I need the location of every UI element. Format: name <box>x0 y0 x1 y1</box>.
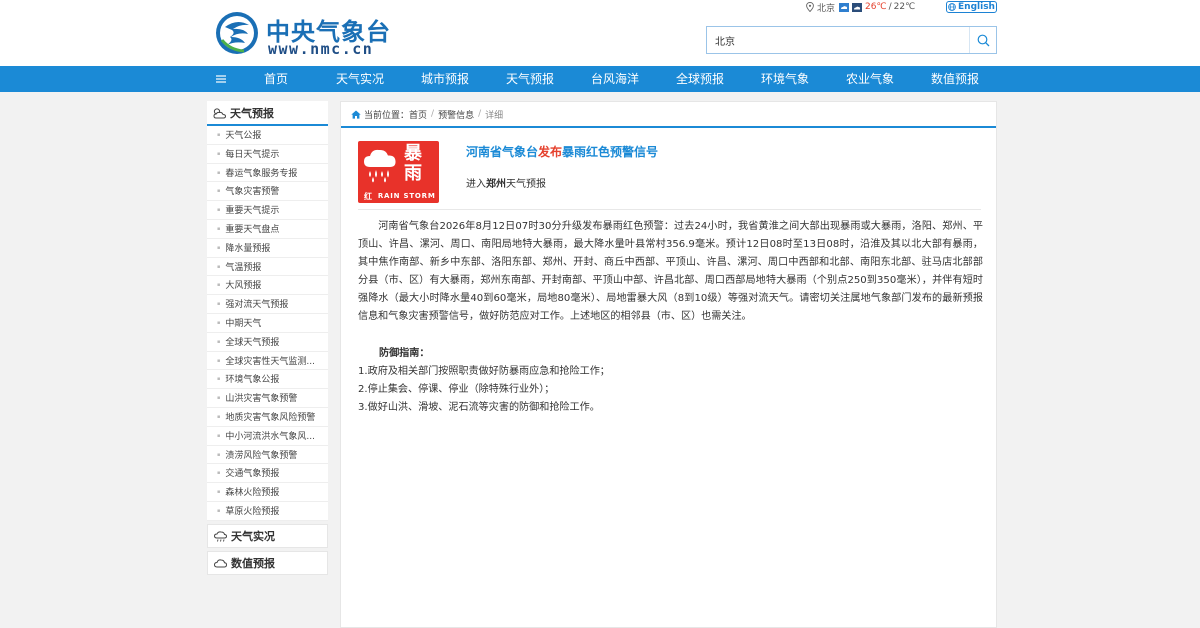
night-weather-icon <box>852 2 863 12</box>
sidebar-section-numerical[interactable]: 数值预报 <box>207 550 328 575</box>
defense-guide-item: 3.做好山洪、滑坡、泥石流等灾害的防御和抢险工作。 <box>358 402 600 413</box>
search-input[interactable] <box>707 27 967 53</box>
breadcrumb-prefix: 当前位置： <box>364 110 410 121</box>
english-label: English <box>958 2 995 12</box>
search-button[interactable] <box>969 27 997 53</box>
sun-cloud-icon <box>213 107 227 118</box>
nav-weather-forecast[interactable]: 天气预报 <box>506 66 554 92</box>
content-divider <box>358 209 981 210</box>
city-forecast-link[interactable]: 进入郑州天气预报 <box>466 175 546 190</box>
badge-english: RAIN STORM <box>377 192 436 200</box>
sidebar-list: 天气公报 每日天气提示 春运气象服务专报 气象灾害预警 重要天气提示 重要天气盘… <box>207 126 328 521</box>
sidebar-item[interactable]: 山洪灾害气象预警 <box>207 389 328 408</box>
sidebar: 天气预报 天气公报 每日天气提示 春运气象服务专报 气象灾害预警 重要天气提示 … <box>207 101 328 575</box>
nav-city-forecast[interactable]: 城市预报 <box>421 66 469 92</box>
nav-weather-observation[interactable]: 天气实况 <box>336 66 384 92</box>
logo-text-en: www.nmc.cn <box>268 40 374 58</box>
breadcrumb-separator: / <box>478 109 482 119</box>
rainstorm-cloud-icon <box>364 149 396 183</box>
sidebar-section-label: 数值预报 <box>231 556 275 570</box>
sidebar-section-observation[interactable]: 天气实况 <box>207 523 328 548</box>
weather-city: 北京 <box>817 3 836 14</box>
sidebar-item[interactable]: 全球天气预报 <box>207 333 328 352</box>
sidebar-item[interactable]: 气温预报 <box>207 258 328 277</box>
sidebar-section-forecast[interactable]: 天气预报 <box>207 101 328 126</box>
site-header: 中央气象台 www.nmc.cn 北京 26℃ / 22℃ English <box>0 0 1200 66</box>
cloud-rain-icon <box>213 531 228 542</box>
sidebar-item[interactable]: 强对流天气预报 <box>207 295 328 314</box>
sidebar-item[interactable]: 每日天气提示 <box>207 145 328 164</box>
nav-home[interactable]: 首页 <box>264 66 288 92</box>
city-link-suffix: 天气预报 <box>506 179 546 190</box>
breadcrumb-separator: / <box>431 109 435 119</box>
temp-high: 26℃ <box>865 2 887 12</box>
nmc-logo-icon <box>216 12 258 54</box>
nav-typhoon-ocean[interactable]: 台风海洋 <box>591 66 639 92</box>
breadcrumb-current: 详细 <box>485 110 504 121</box>
sidebar-item[interactable]: 大风预报 <box>207 276 328 296</box>
temp-low: 22℃ <box>893 2 916 12</box>
temp-separator: / <box>888 2 892 12</box>
sidebar-item[interactable]: 降水量预报 <box>207 239 328 258</box>
sidebar-item[interactable]: 草原火险预报 <box>207 502 328 521</box>
search-icon <box>977 34 990 46</box>
sidebar-section-label: 天气预报 <box>230 106 274 120</box>
breadcrumb-warnings[interactable]: 预警信息 <box>438 108 474 121</box>
defense-guide-item: 1.政府及相关部门按照职责做好防暴雨应急和抢险工作； <box>358 366 610 377</box>
sidebar-item[interactable]: 气象灾害预警 <box>207 182 328 202</box>
menu-icon[interactable] <box>214 72 228 86</box>
breadcrumb-home[interactable]: 首页 <box>409 108 427 121</box>
badge-level: 红 <box>364 191 373 201</box>
warning-title-signal: 暴雨红色预警信号 <box>562 145 659 159</box>
sidebar-item[interactable]: 重要天气提示 <box>207 201 328 220</box>
nav-global-forecast[interactable]: 全球预报 <box>676 66 724 92</box>
home-icon <box>351 110 361 119</box>
sidebar-item[interactable]: 全球灾害性天气监测... <box>207 352 328 371</box>
badge-footer: 红 RAIN STORM <box>358 189 439 203</box>
rainstorm-red-warning-badge: 暴 雨 红 RAIN STORM <box>358 141 439 203</box>
defense-guide-item: 2.停止集会、停课、停业（除特殊行业外）； <box>358 384 555 395</box>
sidebar-section-label: 天气实况 <box>231 529 275 543</box>
day-weather-icon <box>839 2 850 12</box>
nav-agriculture[interactable]: 农业气象 <box>846 66 894 92</box>
breadcrumb: 当前位置： 首页 / 预警信息 / 详细 <box>341 102 996 128</box>
warning-title-action: 发布 <box>538 145 563 159</box>
search-box <box>706 26 997 54</box>
cloud-icon <box>213 559 228 568</box>
sidebar-item[interactable]: 天气公报 <box>207 126 328 145</box>
main-nav: 首页 天气实况 城市预报 天气预报 台风海洋 全球预报 环境气象 农业气象 数值… <box>0 66 1200 92</box>
sidebar-item[interactable]: 交通气象预报 <box>207 464 328 484</box>
content-panel: 当前位置： 首页 / 预警信息 / 详细 暴 雨 红 RAIN STORM 河南… <box>340 101 997 628</box>
badge-char-1: 暴 <box>404 143 422 164</box>
badge-char-2: 雨 <box>404 163 422 184</box>
sidebar-item[interactable]: 森林火险预报 <box>207 483 328 502</box>
warning-body: 河南省气象台2026年8月12日07时30分升级发布暴雨红色预警：过去24小时，… <box>358 221 983 322</box>
city-link-prefix: 进入 <box>466 179 486 190</box>
sidebar-item[interactable]: 重要天气盘点 <box>207 220 328 239</box>
sidebar-item[interactable]: 中期天气 <box>207 314 328 333</box>
warning-title-issuer: 河南省气象台 <box>466 145 539 159</box>
current-weather: 北京 26℃ / 22℃ <box>806 1 916 14</box>
location-pin-icon <box>806 2 814 12</box>
globe-icon <box>948 3 956 11</box>
site-logo[interactable]: 中央气象台 www.nmc.cn <box>214 8 414 60</box>
warning-title: 河南省气象台发布暴雨红色预警信号 <box>466 143 658 160</box>
sidebar-item[interactable]: 渍涝风险气象预警 <box>207 446 328 465</box>
nav-environment[interactable]: 环境气象 <box>761 66 809 92</box>
nav-numerical[interactable]: 数值预报 <box>931 66 979 92</box>
sidebar-item[interactable]: 春运气象服务专报 <box>207 164 328 183</box>
defense-guide-title: 防御指南： <box>379 348 430 359</box>
city-link-name: 郑州 <box>486 179 506 190</box>
english-button[interactable]: English <box>946 1 997 13</box>
sidebar-item[interactable]: 环境气象公报 <box>207 370 328 390</box>
sidebar-item[interactable]: 地质灾害气象风险预警 <box>207 408 328 427</box>
sidebar-item[interactable]: 中小河流洪水气象风... <box>207 427 328 446</box>
